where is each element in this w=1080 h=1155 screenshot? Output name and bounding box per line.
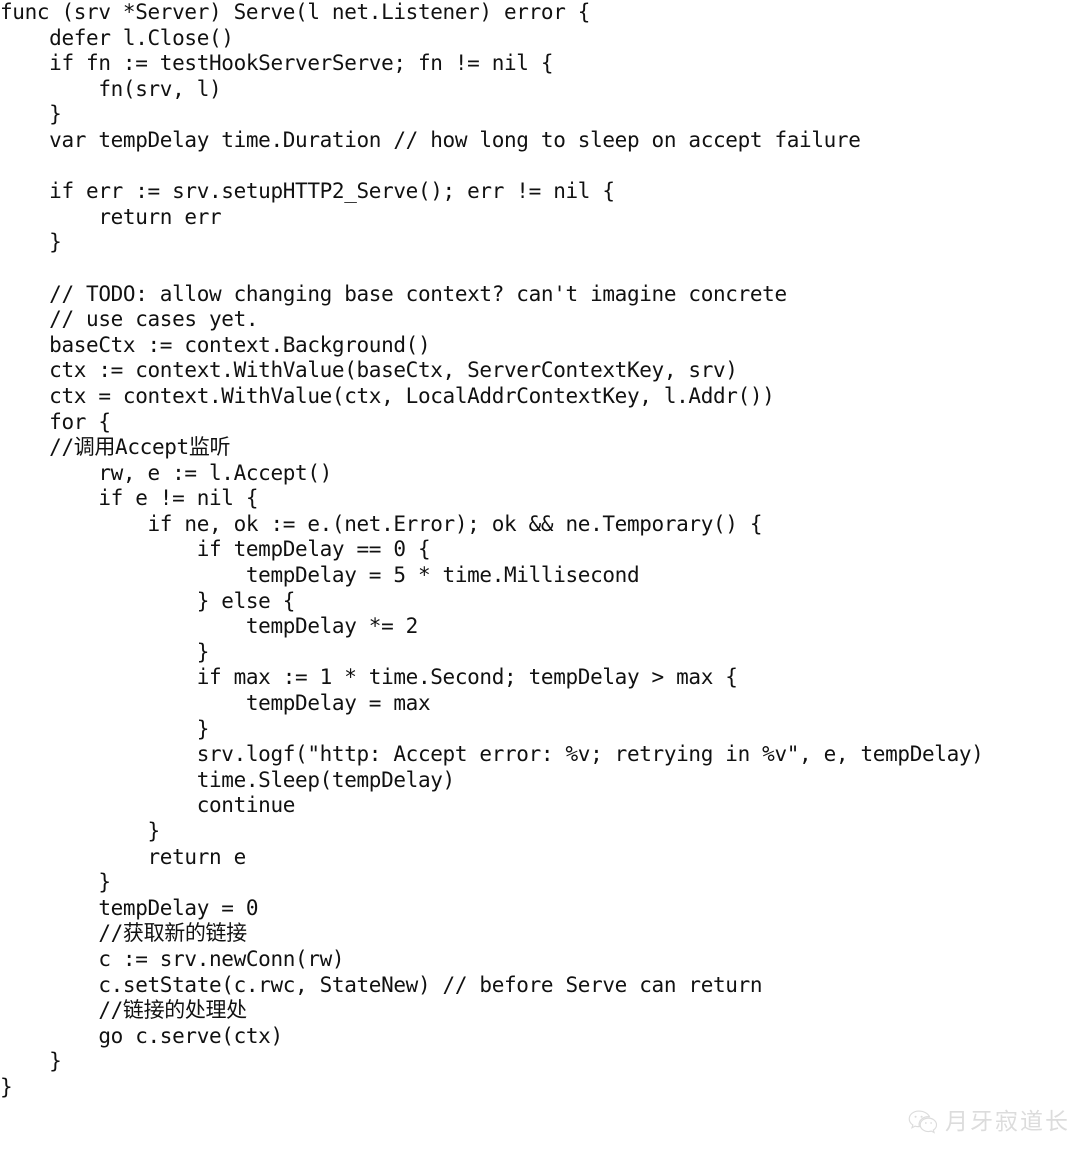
code-line: srv.logf("http: Accept error: %v; retryi…: [0, 742, 984, 767]
code-line: //获取新的链接: [0, 921, 247, 946]
code-line: for {: [0, 409, 111, 434]
code-line: tempDelay = 0: [0, 895, 259, 920]
code-line: ctx := context.WithValue(baseCtx, Server…: [0, 358, 738, 383]
code-line: }: [0, 1049, 62, 1074]
code-line: return e: [0, 844, 247, 869]
code-screenshot-page: func (srv *Server) Serve(l net.Listener)…: [0, 0, 1080, 1155]
code-line: baseCtx := context.Background(): [0, 332, 431, 357]
watermark: 月牙寂道长: [908, 1109, 1070, 1135]
code-line: go c.serve(ctx): [0, 1023, 283, 1048]
code-line: }: [0, 230, 62, 255]
code-line: func (srv *Server) Serve(l net.Listener)…: [0, 0, 591, 24]
code-line: }: [0, 716, 210, 741]
code-line: return err: [0, 204, 222, 229]
code-line: }: [0, 870, 111, 895]
code-line: }: [0, 819, 161, 843]
code-line: // use cases yet.: [0, 307, 259, 332]
code-line: if err := srv.setupHTTP2_Serve(); err !=…: [0, 179, 615, 204]
code-line: c := srv.newConn(rw): [0, 946, 345, 971]
code-line: //调用Accept监听: [0, 435, 231, 460]
code-line: var tempDelay time.Duration // how long …: [0, 127, 861, 152]
code-line: if ne, ok := e.(net.Error); ok && ne.Tem…: [0, 511, 763, 536]
code-line: time.Sleep(tempDelay): [0, 767, 456, 792]
code-line: //链接的处理处: [0, 998, 247, 1023]
code-line: // TODO: allow changing base context? ca…: [0, 281, 787, 306]
watermark-text: 月牙寂道长: [945, 1108, 1070, 1135]
code-line: continue: [0, 793, 296, 818]
wechat-icon: [908, 1109, 938, 1135]
code-line: tempDelay *= 2: [0, 614, 418, 639]
code-line: c.setState(c.rwc, StateNew) // before Se…: [0, 972, 763, 997]
code-line: }: [0, 102, 62, 127]
code-line: }: [0, 639, 210, 664]
code-line: defer l.Close(): [0, 25, 234, 50]
code-line: fn(srv, l): [0, 76, 222, 101]
code-line: if max := 1 * time.Second; tempDelay > m…: [0, 665, 738, 690]
code-listing: func (srv *Server) Serve(l net.Listener)…: [0, 0, 1080, 1101]
code-line: }: [0, 1074, 13, 1099]
code-line: if fn := testHookServerServe; fn != nil …: [0, 51, 554, 76]
code-line: } else {: [0, 588, 296, 613]
code-line: if e != nil {: [0, 486, 259, 511]
code-line: tempDelay = max: [0, 691, 431, 716]
code-line: ctx = context.WithValue(ctx, LocalAddrCo…: [0, 383, 775, 408]
code-line: rw, e := l.Accept(): [0, 460, 332, 485]
code-line: tempDelay = 5 * time.Millisecond: [0, 563, 640, 588]
code-line: if tempDelay == 0 {: [0, 537, 431, 562]
